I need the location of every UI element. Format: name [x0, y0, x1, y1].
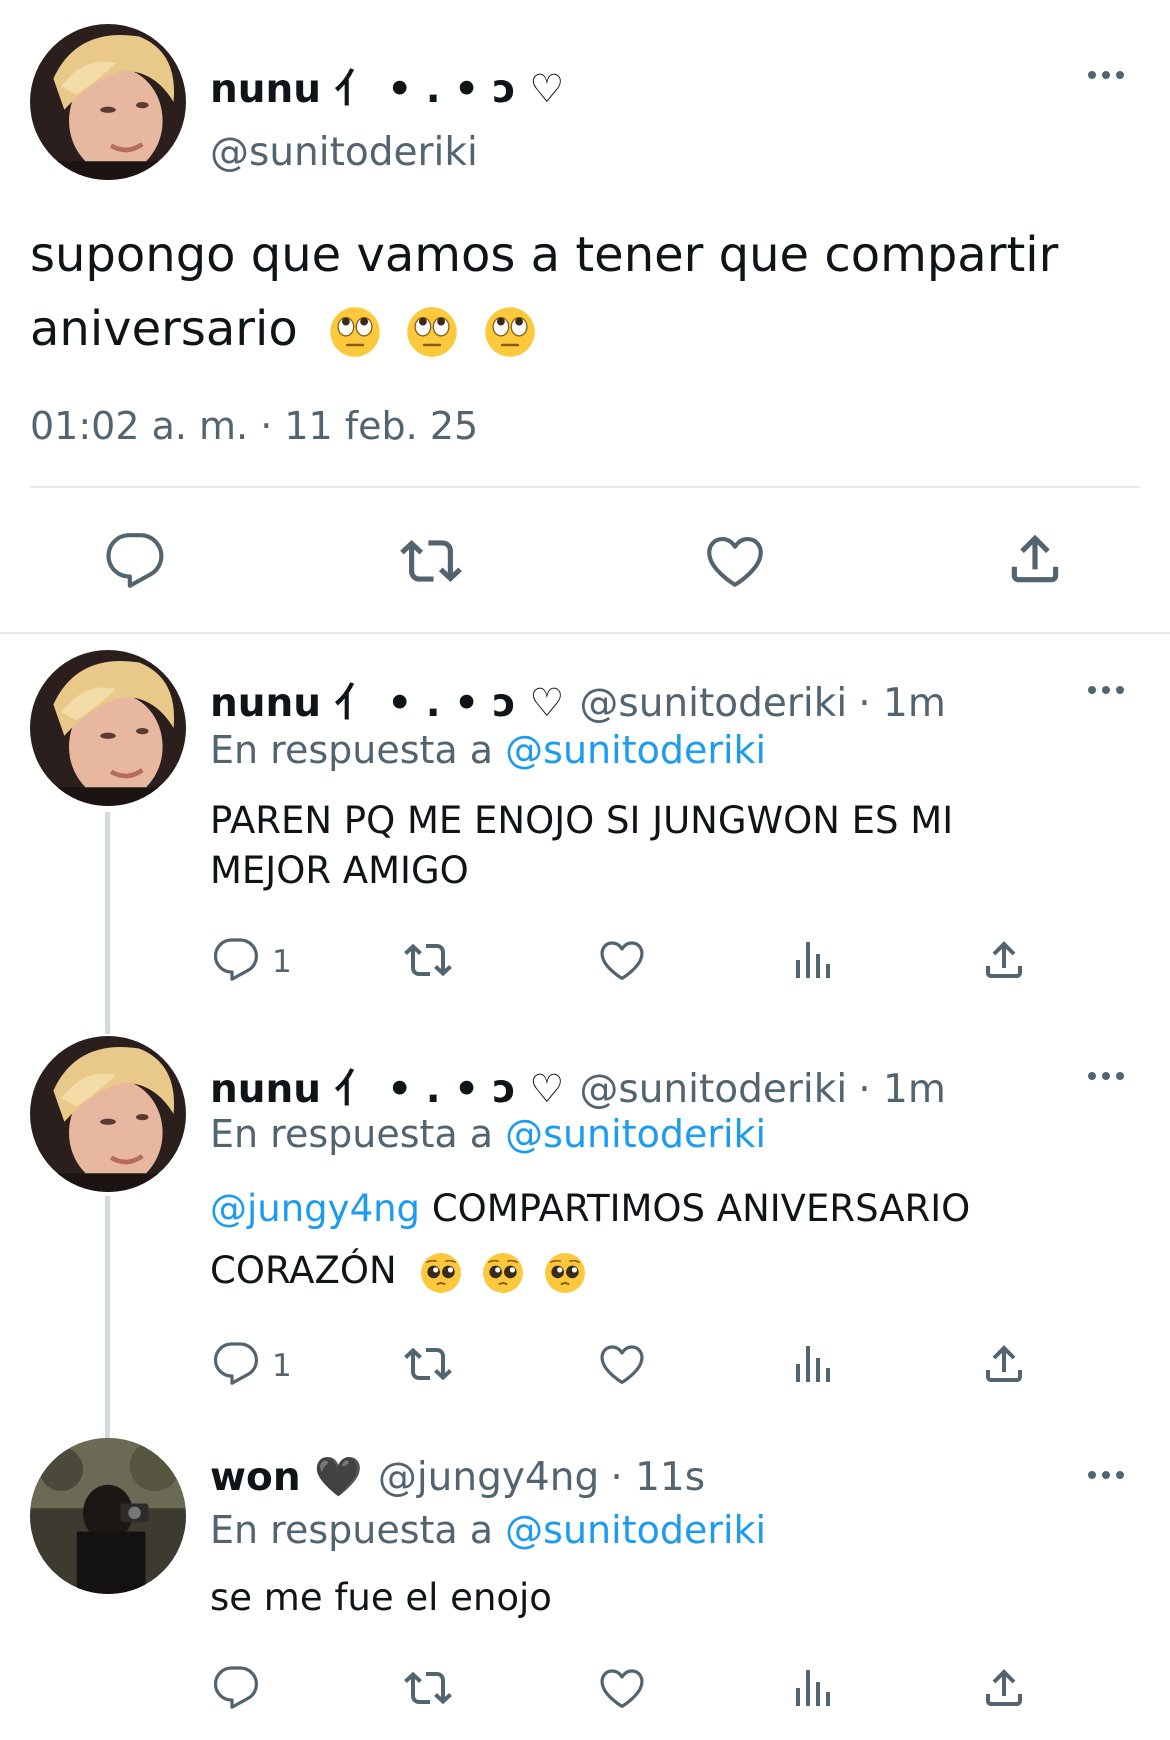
tweet-text-line-2-text: aniversario [30, 301, 298, 357]
avatar[interactable] [30, 1036, 186, 1192]
author-name[interactable]: nunu ⺅ • . • ɔ ♡ [210, 58, 564, 114]
avatar[interactable] [30, 1438, 186, 1594]
reply-icon[interactable] [212, 936, 260, 984]
like-icon[interactable] [598, 1340, 646, 1388]
face-with-rolling-eyes-emoji [406, 306, 458, 358]
retweet-icon[interactable] [400, 530, 462, 592]
reply-time[interactable]: · 1m [858, 681, 946, 726]
reply-context: En respuesta a @sunitoderiki [210, 1112, 766, 1156]
like-icon[interactable] [598, 936, 646, 984]
reply-time[interactable]: · 11s [610, 1455, 705, 1500]
reply-icon[interactable] [212, 1664, 260, 1712]
author-name[interactable]: nunu ⺅ • . • ɔ ♡ [210, 1067, 564, 1112]
share-icon[interactable] [980, 936, 1028, 984]
tweet-text-line-2: aniversario [30, 292, 1058, 366]
reply-header: nunu ⺅ • . • ɔ ♡ @sunitoderiki · 1m [210, 672, 946, 728]
reply-time[interactable]: · 1m [858, 1067, 946, 1112]
author-name[interactable]: won 🖤 [210, 1455, 363, 1500]
reply-text: se me fue el enojo [210, 1576, 552, 1619]
reply-text: @jungy4ng COMPARTIMOS ANIVERSARIO CORAZÓ… [210, 1178, 970, 1302]
like-icon[interactable] [598, 1664, 646, 1712]
tweet-text-line-1: supongo que vamos a tener que compartir [30, 227, 1059, 283]
pleading-face-emoji [544, 1252, 586, 1294]
retweet-icon[interactable] [404, 936, 452, 984]
reply-header: won 🖤 @jungy4ng · 11s [210, 1454, 705, 1500]
avatar[interactable] [30, 650, 186, 806]
reply-text-line-2: MEJOR AMIGO [210, 849, 469, 892]
reply-count: 1 [272, 1348, 292, 1384]
author-handle[interactable]: @sunitoderiki [579, 1067, 847, 1112]
reply-text-line-1: PAREN PQ ME ENOJO SI JUNGWON ES MI [210, 799, 954, 842]
reply-count: 1 [272, 944, 292, 980]
views-icon[interactable] [790, 1664, 838, 1712]
author-handle[interactable]: @sunitoderiki [210, 130, 478, 175]
share-icon[interactable] [980, 1664, 1028, 1712]
more-icon[interactable] [1088, 69, 1128, 81]
reply-text-line-1: @jungy4ng COMPARTIMOS ANIVERSARIO [210, 1178, 970, 1240]
reply-text: PAREN PQ ME ENOJO SI JUNGWON ES MI MEJOR… [210, 796, 953, 896]
share-icon[interactable] [1004, 528, 1066, 590]
thread-line [105, 812, 110, 1034]
author-handle[interactable]: @jungy4ng [378, 1455, 599, 1500]
timestamp[interactable]: 01:02 a. m. · 11 feb. 25 [30, 404, 478, 448]
more-icon[interactable] [1088, 1070, 1128, 1082]
reply-context: En respuesta a @sunitoderiki [210, 728, 766, 772]
reply-text-line-2-text: CORAZÓN [210, 1249, 397, 1292]
author-handle[interactable]: @sunitoderiki [579, 681, 847, 726]
divider [30, 486, 1140, 488]
thread-line [105, 1196, 110, 1440]
author-name[interactable]: nunu ⺅ • . • ɔ ♡ [210, 681, 564, 726]
reply-icon[interactable] [104, 530, 166, 592]
share-icon[interactable] [980, 1340, 1028, 1388]
like-icon[interactable] [704, 530, 766, 592]
reply-to-link[interactable]: @sunitoderiki [505, 728, 766, 772]
pleading-face-emoji [482, 1252, 524, 1294]
views-icon[interactable] [790, 936, 838, 984]
reply-header: nunu ⺅ • . • ɔ ♡ @sunitoderiki · 1m [210, 1058, 946, 1114]
more-icon[interactable] [1088, 684, 1128, 696]
reply-icon[interactable] [212, 1340, 260, 1388]
views-icon[interactable] [790, 1340, 838, 1388]
reply-to-link[interactable]: @sunitoderiki [505, 1112, 766, 1156]
tweet-text: supongo que vamos a tener que compartir … [30, 218, 1058, 366]
pleading-face-emoji [420, 1252, 462, 1294]
more-icon[interactable] [1088, 1469, 1128, 1481]
section-divider [0, 632, 1170, 634]
retweet-icon[interactable] [404, 1664, 452, 1712]
reply-prefix: En respuesta a [210, 1112, 494, 1156]
reply-context: En respuesta a @sunitoderiki [210, 1508, 766, 1552]
reply-prefix: En respuesta a [210, 728, 494, 772]
mention-link[interactable]: @jungy4ng [210, 1187, 420, 1230]
face-with-rolling-eyes-emoji [329, 306, 381, 358]
retweet-icon[interactable] [404, 1340, 452, 1388]
reply-to-link[interactable]: @sunitoderiki [505, 1508, 766, 1552]
reply-text-line-2: CORAZÓN [210, 1240, 970, 1302]
reply-prefix: En respuesta a [210, 1508, 494, 1552]
face-with-rolling-eyes-emoji [484, 306, 536, 358]
avatar[interactable] [30, 24, 186, 180]
reply-text-line-1-text: COMPARTIMOS ANIVERSARIO [431, 1187, 971, 1230]
